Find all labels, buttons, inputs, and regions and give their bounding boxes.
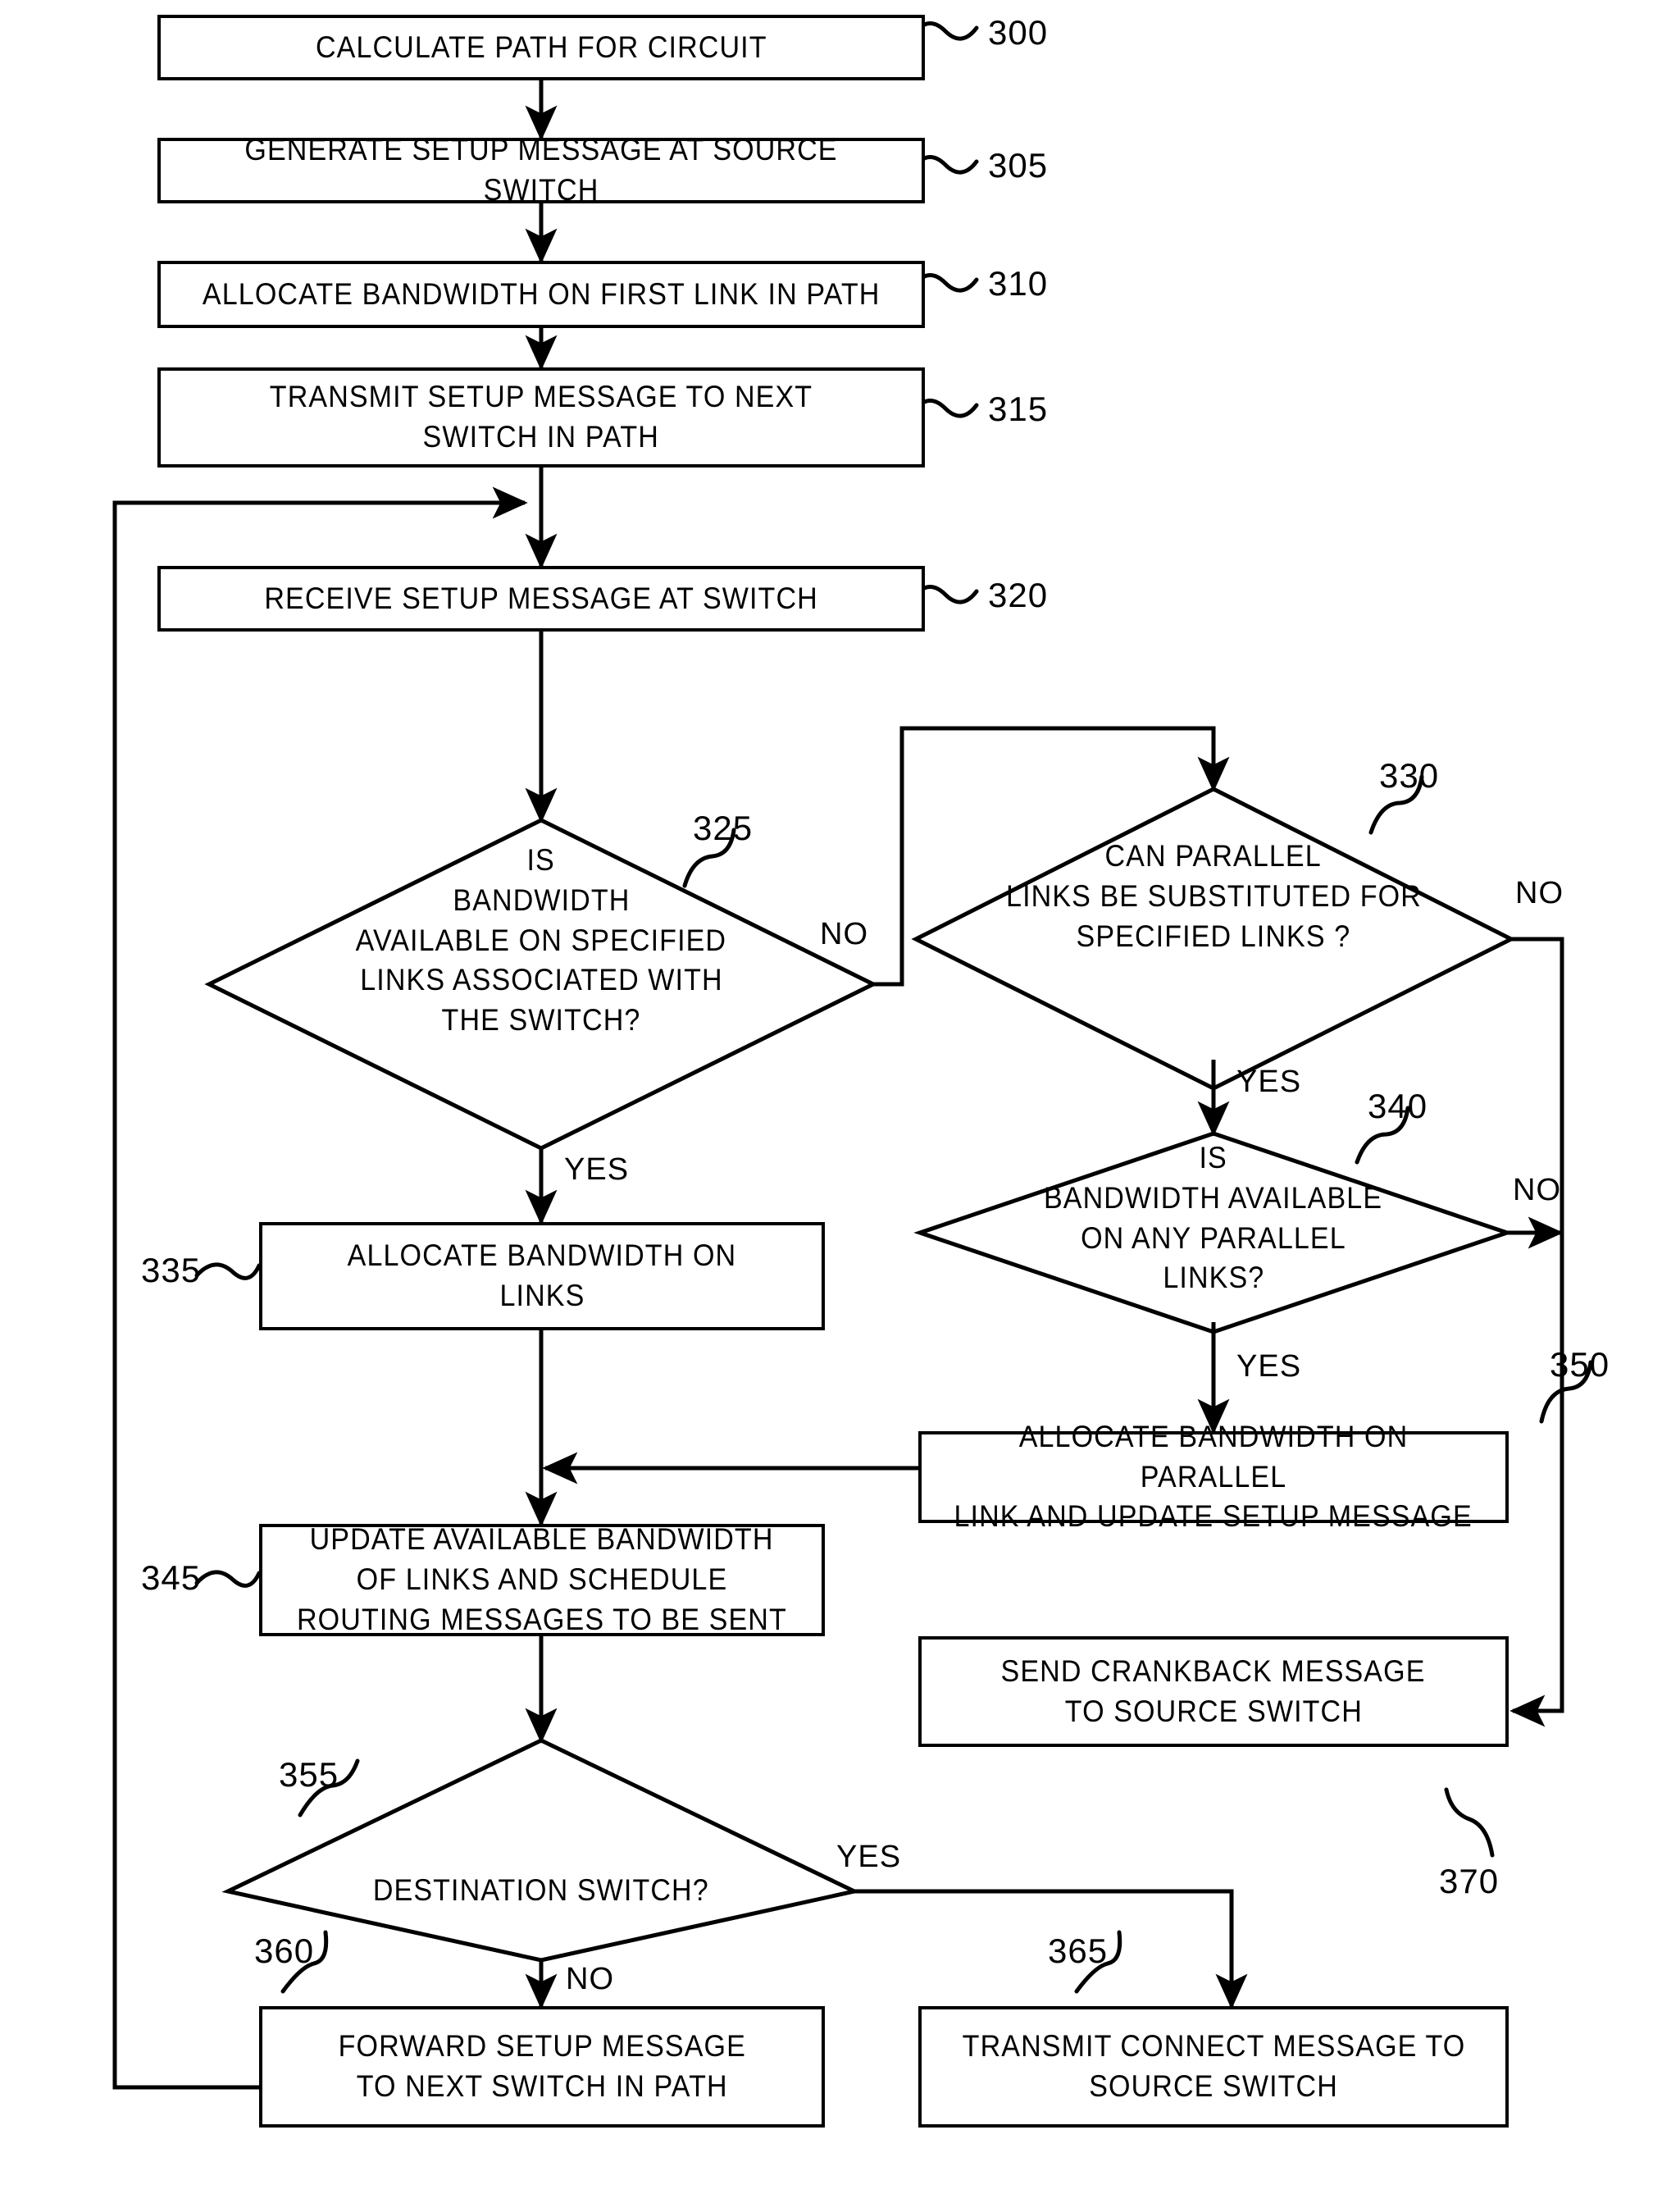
node-350-label-line-2: LINK AND UPDATE SETUP MESSAGE — [954, 1499, 1473, 1534]
edge-label-340-no: NO — [1513, 1173, 1561, 1207]
node-305-label: GENERATE SETUP MESSAGE AT SOURCE SWITCH — [244, 133, 838, 207]
node-350-label-line-1: ALLOCATE BANDWIDTH ON PARALLEL — [1018, 1419, 1409, 1494]
node-350-allocate-parallel-link[interactable]: ALLOCATE BANDWIDTH ON PARALLEL LINK AND … — [918, 1420, 1509, 1533]
node-310-label: ALLOCATE BANDWIDTH ON FIRST LINK IN PATH — [202, 276, 881, 311]
node-360-label-line-2: TO NEXT SWITCH IN PATH — [356, 2069, 728, 2103]
node-300-calculate-path[interactable]: CALCULATE PATH FOR CIRCUIT — [157, 15, 925, 80]
ref-number-350: 350 — [1550, 1345, 1610, 1384]
ref-number-335: 335 — [141, 1251, 202, 1289]
edge-label-355-no: NO — [566, 1962, 614, 1996]
ref-number-340: 340 — [1368, 1087, 1428, 1125]
edge-label-355-yes: YES — [836, 1840, 902, 1874]
node-315-transmit-setup-next-switch[interactable]: TRANSMIT SETUP MESSAGE TO NEXT SWITCH IN… — [157, 367, 925, 467]
node-360-forward-setup-message[interactable]: FORWARD SETUP MESSAGE TO NEXT SWITCH IN … — [259, 2006, 825, 2128]
node-320-label: RECEIVE SETUP MESSAGE AT SWITCH — [264, 581, 818, 615]
node-315-label-line-1: TRANSMIT SETUP MESSAGE TO NEXT — [269, 380, 813, 414]
node-345-update-available-bandwidth[interactable]: UPDATE AVAILABLE BANDWIDTH OF LINKS AND … — [259, 1522, 825, 1636]
ref-number-315: 315 — [988, 390, 1049, 428]
node-365-label-line-2: SOURCE SWITCH — [1089, 2069, 1338, 2103]
edge-label-325-no: NO — [820, 917, 868, 951]
ref-number-365: 365 — [1048, 1932, 1109, 1970]
ref-number-305: 305 — [988, 146, 1049, 185]
ref-number-325: 325 — [693, 809, 754, 847]
node-305-generate-setup-message[interactable]: GENERATE SETUP MESSAGE AT SOURCE SWITCH — [157, 133, 925, 207]
decision-shape-340 — [913, 1131, 1514, 1334]
node-300-label: CALCULATE PATH FOR CIRCUIT — [315, 30, 767, 64]
node-345-label-line-3: ROUTING MESSAGES TO BE SENT — [297, 1602, 787, 1636]
node-370-label-line-1: SEND CRANKBACK MESSAGE — [1001, 1653, 1426, 1688]
edge-label-330-no: NO — [1515, 876, 1564, 910]
ref-number-345: 345 — [141, 1558, 202, 1597]
ref-number-370: 370 — [1439, 1862, 1500, 1900]
node-365-label-line-1: TRANSMIT CONNECT MESSAGE TO — [962, 2029, 1465, 2064]
figure-canvas: CALCULATE PATH FOR CIRCUIT GENERATE SETU… — [0, 0, 1662, 2212]
node-370-send-crankback-message[interactable]: SEND CRANKBACK MESSAGE TO SOURCE SWITCH — [918, 1636, 1509, 1747]
edge-label-325-yes: YES — [564, 1152, 630, 1187]
decision-shape-330 — [911, 787, 1516, 1091]
ref-number-360: 360 — [254, 1932, 315, 1970]
edge-label-330-yes: YES — [1236, 1065, 1302, 1099]
leader-370 — [1444, 1787, 1495, 1858]
edge-label-340-yes: YES — [1236, 1349, 1302, 1384]
node-320-receive-setup-message[interactable]: RECEIVE SETUP MESSAGE AT SWITCH — [157, 566, 925, 632]
ref-number-330: 330 — [1379, 756, 1440, 795]
ref-number-300: 300 — [988, 13, 1049, 52]
node-335-label-line-1: ALLOCATE BANDWIDTH ON — [347, 1238, 737, 1273]
leader-335 — [194, 1262, 262, 1280]
node-335-allocate-bandwidth-links[interactable]: ALLOCATE BANDWIDTH ON LINKS — [259, 1222, 825, 1330]
node-310-allocate-first-link[interactable]: ALLOCATE BANDWIDTH ON FIRST LINK IN PATH — [157, 261, 925, 328]
ref-number-355: 355 — [279, 1755, 339, 1794]
node-315-label-line-2: SWITCH IN PATH — [422, 420, 660, 454]
node-335-label-line-2: LINKS — [499, 1279, 585, 1312]
ref-number-310: 310 — [988, 264, 1049, 303]
node-370-label-line-2: TO SOURCE SWITCH — [1064, 1694, 1363, 1728]
node-365-transmit-connect-message[interactable]: TRANSMIT CONNECT MESSAGE TO SOURCE SWITC… — [918, 2006, 1509, 2128]
node-345-label-line-2: OF LINKS AND SCHEDULE — [356, 1562, 728, 1597]
node-360-label-line-1: FORWARD SETUP MESSAGE — [338, 2029, 746, 2064]
node-345-label-line-1: UPDATE AVAILABLE BANDWIDTH — [310, 1522, 774, 1557]
ref-number-320: 320 — [988, 576, 1049, 614]
leader-345 — [194, 1570, 262, 1588]
decision-shape-325 — [204, 818, 878, 1151]
